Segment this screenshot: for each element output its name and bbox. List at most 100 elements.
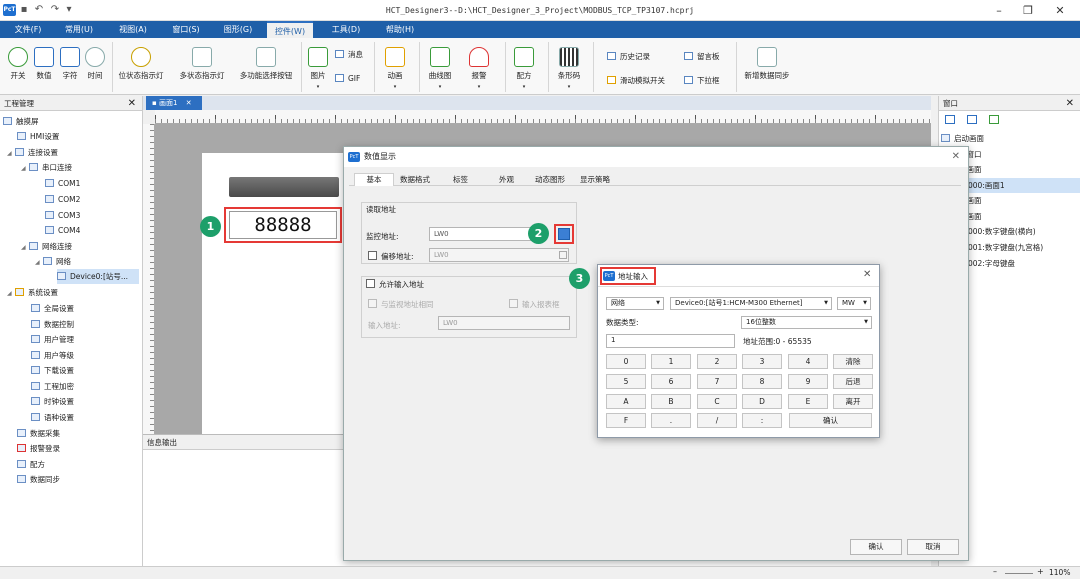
tree-item-data-sync[interactable]: 数据同步 — [17, 472, 60, 487]
close-panel-icon[interactable]: ✕ — [128, 96, 136, 111]
ribbon-gif-button[interactable]: GIF — [335, 73, 360, 85]
key-0-0[interactable]: 0 — [606, 354, 646, 369]
key-1-0[interactable]: 5 — [606, 374, 646, 389]
window-item-kbd-grid[interactable]: 001:数字键盘(九宫格) — [968, 240, 1043, 255]
ribbon-curve-button[interactable]: 曲线图 ▾ — [424, 47, 456, 90]
tree-item-connection[interactable]: ◢ 连接设置 — [7, 145, 58, 160]
allow-input-checkbox[interactable] — [366, 279, 375, 288]
key-1-1[interactable]: 6 — [651, 374, 691, 389]
window-item-start[interactable]: 启动画面 — [941, 131, 984, 146]
menu-controls[interactable]: 控件(W) — [267, 21, 313, 38]
minimize-button[interactable]: – — [983, 0, 1015, 21]
ribbon-animation-button[interactable]: 动画 ▾ — [380, 47, 410, 90]
window-item-kbd-alpha[interactable]: 002:字母键盘 — [968, 256, 1015, 271]
expand-icon[interactable]: ◢ — [7, 146, 15, 161]
tree-item-system-settings[interactable]: ◢ 系统设置 — [7, 285, 58, 300]
tree-item-touchscreen[interactable]: 触摸屏 — [3, 114, 39, 129]
tree-item-com2[interactable]: COM2 — [45, 192, 80, 207]
ribbon-alarm-button[interactable]: 报警 ▾ — [464, 47, 494, 90]
dialog-cancel-button[interactable]: 取消 — [907, 539, 959, 555]
tree-item-alarm-login[interactable]: 报警登录 — [17, 441, 60, 456]
expand-icon[interactable]: ◢ — [7, 286, 15, 301]
key-2-3[interactable]: D — [742, 394, 782, 409]
ribbon-numeric-button[interactable]: 数值 — [32, 47, 56, 81]
tree-item-download[interactable]: 下载设置 — [31, 363, 74, 378]
key-confirm[interactable]: 确认 — [789, 413, 872, 428]
input-address-input[interactable]: LW0 — [438, 316, 570, 330]
tree-item-hmi-settings[interactable]: HMI设置 — [17, 129, 59, 144]
ribbon-picture-button[interactable]: 图片 ▾ — [306, 47, 330, 90]
key-0-4[interactable]: 4 — [788, 354, 828, 369]
menu-view[interactable]: 视图(A) — [111, 21, 155, 38]
ribbon-barcode-button[interactable]: 条形码 ▾ — [552, 47, 586, 90]
menu-common[interactable]: 常用(U) — [57, 21, 101, 38]
offset-address-checkbox[interactable] — [368, 251, 377, 260]
ribbon-history-button[interactable]: 历史记录 — [607, 51, 650, 63]
tree-item-data-collect[interactable]: 数据采集 — [17, 426, 60, 441]
key-2-4[interactable]: E — [788, 394, 828, 409]
tab-label[interactable]: 标签 — [453, 174, 468, 185]
address-value-input[interactable]: 1 — [606, 334, 735, 348]
key-1-4[interactable]: 9 — [788, 374, 828, 389]
expand-icon[interactable]: ◢ — [21, 161, 29, 176]
key-3-1[interactable]: . — [651, 413, 691, 428]
input-notify-checkbox[interactable] — [509, 299, 518, 308]
ribbon-bit-lamp-button[interactable]: 位状态指示灯 — [115, 47, 167, 81]
quick-access-dropdown-icon[interactable]: ▾ — [63, 3, 75, 17]
menu-help[interactable]: 帮助(H) — [378, 21, 422, 38]
close-tab-icon[interactable]: ✕ — [186, 99, 192, 107]
tree-item-com3[interactable]: COM3 — [45, 208, 80, 223]
tab-display-policy[interactable]: 显示策略 — [580, 174, 610, 185]
device-select[interactable]: Device0:[站号1:HCM-M300 Ethernet] ▼ — [670, 297, 832, 310]
tree-item-serial[interactable]: ◢ 串口连接 — [21, 160, 72, 175]
tab-screen1[interactable]: ▪ 画面1 ✕ — [146, 96, 202, 110]
tab-data-format[interactable]: 数据格式 — [400, 174, 430, 185]
tree-item-global[interactable]: 全局设置 — [31, 301, 74, 316]
address-input-button[interactable] — [558, 228, 570, 240]
image-window-icon[interactable] — [989, 115, 999, 124]
window-item-kbd-horizontal[interactable]: 000:数字键盘(横向) — [968, 224, 1036, 239]
ribbon-multifunc-button[interactable]: 多功能选择按钮 — [235, 47, 297, 81]
close-dialog-icon[interactable]: ✕ — [952, 147, 960, 167]
tree-item-device0[interactable]: Device0:[站号... — [57, 269, 139, 284]
ribbon-data-sync-button[interactable]: 新增数据同步 — [740, 47, 794, 81]
display-bar-widget[interactable] — [229, 177, 339, 197]
zoom-slider[interactable] — [1005, 573, 1033, 574]
ribbon-slider-button[interactable]: 滑动模拟开关 — [607, 75, 665, 87]
key-1-5[interactable]: 后退 — [833, 374, 873, 389]
expand-icon[interactable]: ◢ — [35, 255, 43, 270]
monitor-address-input[interactable]: LW0 — [429, 227, 531, 241]
key-0-1[interactable]: 1 — [651, 354, 691, 369]
key-0-3[interactable]: 3 — [742, 354, 782, 369]
new-window-icon[interactable] — [945, 115, 955, 124]
key-1-2[interactable]: 7 — [697, 374, 737, 389]
ribbon-message-board-button[interactable]: 留言板 — [684, 51, 720, 63]
ribbon-char-button[interactable]: 字符 — [58, 47, 82, 81]
ribbon-switch-button[interactable]: 开关 — [6, 47, 30, 81]
ribbon-time-button[interactable]: 时间 — [83, 47, 107, 81]
same-as-monitor-checkbox[interactable] — [368, 299, 377, 308]
tree-item-network[interactable]: ◢ 网络 — [35, 254, 71, 269]
key-2-5[interactable]: 离开 — [833, 394, 873, 409]
ribbon-recipe-button[interactable]: 配方 ▾ — [509, 47, 539, 90]
ribbon-message-button[interactable]: 消息 — [335, 49, 363, 61]
tab-appearance[interactable]: 外观 — [499, 174, 514, 185]
tree-item-user-level[interactable]: 用户等级 — [31, 348, 74, 363]
tree-item-com4[interactable]: COM4 — [45, 223, 80, 238]
save-icon[interactable]: ▪ — [18, 3, 30, 17]
tab-dynamic-graphic[interactable]: 动态图形 — [535, 174, 565, 185]
tree-item-language[interactable]: 语种设置 — [31, 410, 74, 425]
tree-item-user-mgmt[interactable]: 用户管理 — [31, 332, 74, 347]
key-3-0[interactable]: F — [606, 413, 646, 428]
key-2-1[interactable]: B — [651, 394, 691, 409]
close-panel-icon[interactable]: ✕ — [1066, 96, 1074, 111]
tree-item-com1[interactable]: COM1 — [45, 176, 80, 191]
tab-basic[interactable]: 基本 — [354, 173, 394, 186]
key-2-0[interactable]: A — [606, 394, 646, 409]
expand-icon[interactable]: ◢ — [21, 240, 29, 255]
close-window-button[interactable]: ✕ — [1044, 0, 1076, 21]
data-type-select[interactable]: 16位整数 ▼ — [741, 316, 872, 329]
connection-select[interactable]: 网络 ▼ — [606, 297, 664, 310]
key-1-3[interactable]: 8 — [742, 374, 782, 389]
maximize-button[interactable]: ❐ — [1012, 0, 1044, 21]
